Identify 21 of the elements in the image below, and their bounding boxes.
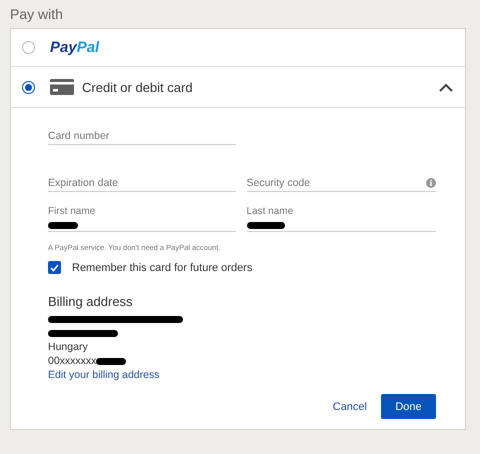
radio-button[interactable] — [22, 80, 35, 94]
checkbox-label: Remember this card for future orders — [72, 262, 252, 274]
credit-card-icon — [50, 79, 74, 95]
method-label: Credit or debit card — [82, 80, 194, 94]
checkbox[interactable] — [48, 261, 61, 274]
input-field[interactable]: Last name — [246, 206, 436, 232]
radio-button[interactable] — [22, 41, 35, 54]
edit-billing-link[interactable]: Edit your billing address — [48, 369, 436, 381]
input-field[interactable]: Card number — [48, 128, 236, 145]
billing-title: Billing address — [48, 294, 134, 309]
input-field[interactable]: Security code — [246, 175, 436, 192]
paypal-logo: PayPal — [50, 39, 100, 56]
cancel-button[interactable]: Cancel — [328, 400, 371, 412]
info-icon[interactable] — [426, 178, 436, 188]
address-line: Hungary — [48, 341, 88, 353]
section-heading: Pay with — [10, 6, 64, 22]
address-line: 00xxxxxxx — [48, 355, 96, 367]
input-field[interactable]: Expiration date — [48, 175, 236, 192]
chevron-up-icon[interactable] — [439, 82, 453, 92]
done-button[interactable]: Done — [381, 394, 436, 419]
input-field[interactable]: First name — [48, 206, 236, 232]
